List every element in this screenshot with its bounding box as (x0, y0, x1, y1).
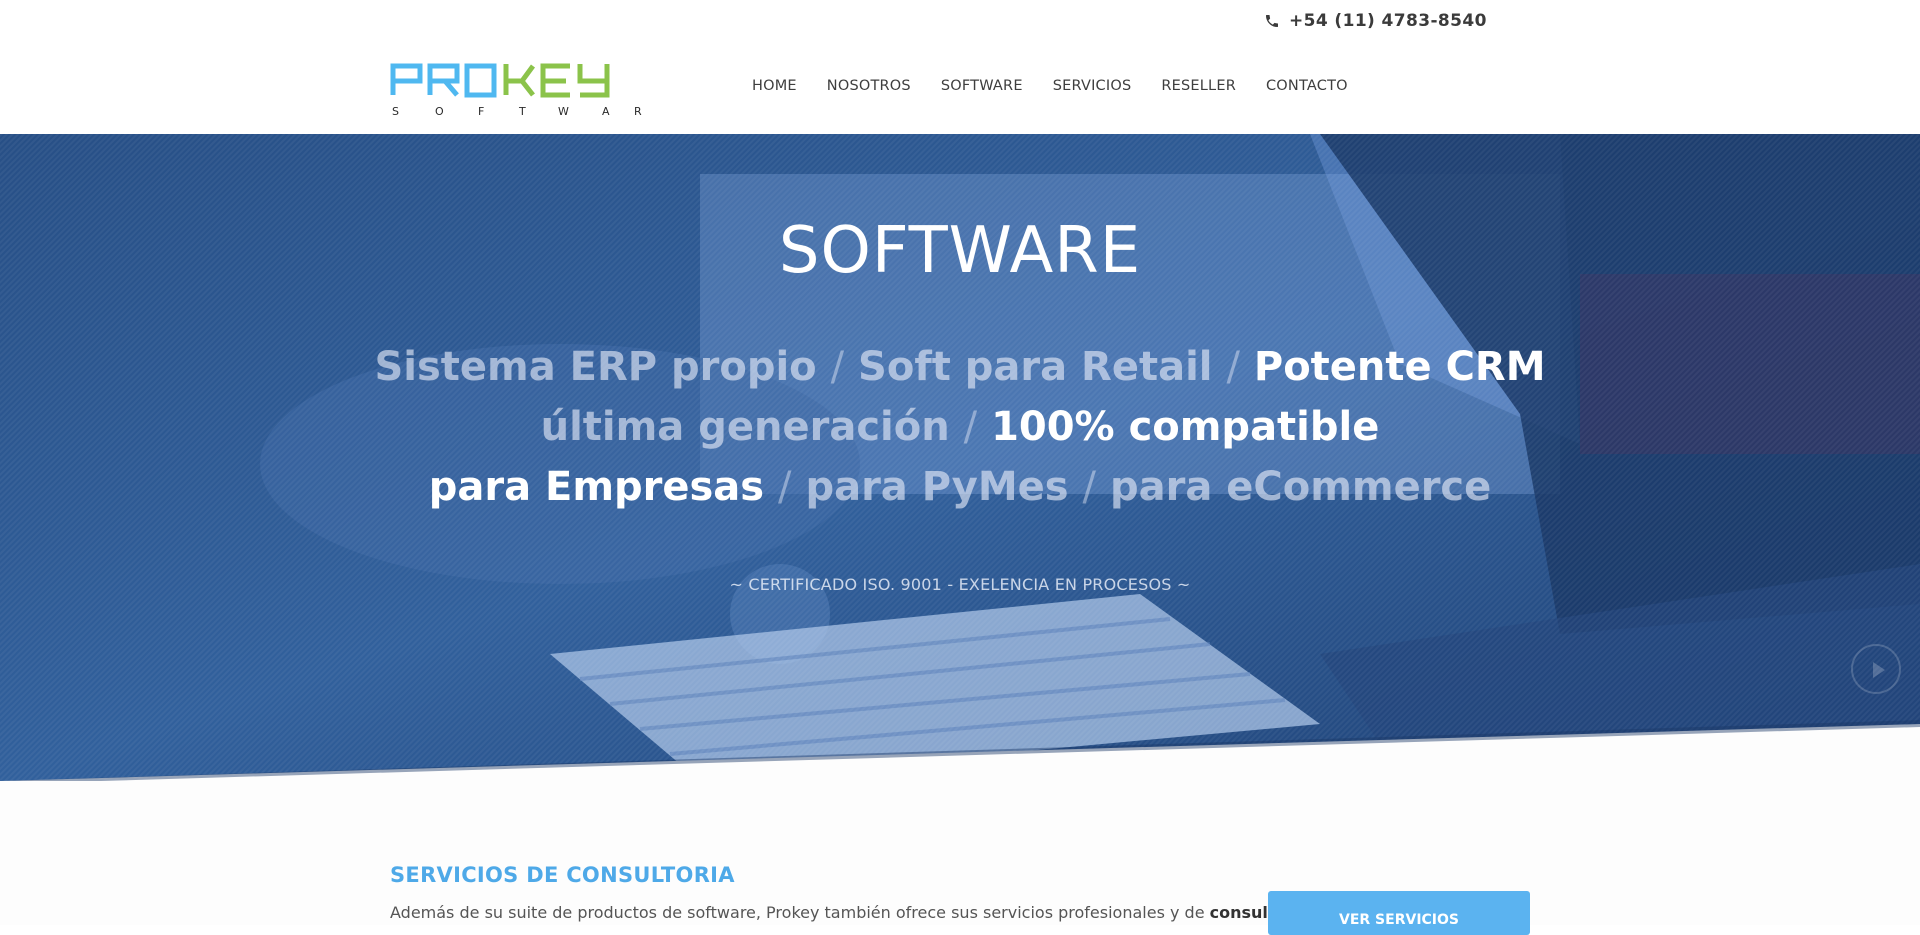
tagline-line-3: para Empresas / para PyMes / para eComme… (0, 457, 1920, 517)
hero-title: SOFTWARE (778, 214, 1142, 288)
tagline-separator: / (830, 344, 845, 390)
tagline-ecommerce: para eCommerce (1109, 464, 1492, 510)
consultoria-section: SERVICIOS DE CONSULTORIA Además de su su… (0, 781, 1920, 935)
nav-reseller[interactable]: RESELLER (1161, 78, 1236, 94)
tagline-erp: Sistema ERP propio (374, 344, 817, 390)
prokey-logo[interactable]: SOFTWAR (390, 60, 646, 120)
consultoria-text: Además de su suite de productos de softw… (390, 903, 1327, 922)
nav-contacto[interactable]: CONTACTO (1266, 78, 1348, 94)
ver-servicios-button[interactable]: VER SERVICIOS (1268, 891, 1530, 935)
tagline-separator: / (778, 464, 792, 510)
phone-icon (1266, 15, 1278, 27)
svg-text:SOFTWAR: SOFTWAR (392, 105, 642, 118)
tagline-crm: Potente CRM (1253, 344, 1546, 390)
phone-number: +54 (11) 4783-8540 (1289, 11, 1487, 31)
play-video-icon[interactable] (1851, 644, 1901, 694)
hero-banner: SOFTWARE Sistema ERP propio / Soft para … (0, 134, 1920, 781)
tagline-separator: / (963, 404, 978, 450)
hero-subtitle: ~ CERTIFICADO ISO. 9001 - EXELENCIA EN P… (729, 575, 1191, 594)
nav-nosotros[interactable]: NOSOTROS (827, 78, 911, 94)
phone-contact[interactable]: +54 (11) 4783-8540 (1264, 11, 1487, 31)
consultoria-text-regular: Además de su suite de productos de softw… (390, 903, 1205, 922)
tagline-separator: / (1082, 464, 1097, 510)
site-header: SOFTWAR HOME NOSOTROS SOFTWARE SERVICIOS… (0, 44, 1920, 134)
nav-software[interactable]: SOFTWARE (941, 78, 1023, 94)
tagline-retail: Soft para Retail (858, 344, 1213, 390)
consultoria-title: SERVICIOS DE CONSULTORIA (390, 863, 735, 887)
tagline-ultima: última generación (540, 404, 950, 450)
tagline-line-1: Sistema ERP propio / Soft para Retail / … (0, 337, 1920, 397)
hero-tagline: Sistema ERP propio / Soft para Retail / … (0, 337, 1920, 517)
tagline-compatible: 100% compatible (991, 404, 1380, 450)
main-nav: HOME NOSOTROS SOFTWARE SERVICIOS RESELLE… (752, 78, 1378, 94)
top-bar: +54 (11) 4783-8540 (0, 0, 1920, 44)
tagline-line-2: última generación / 100% compatible (0, 397, 1920, 457)
nav-servicios[interactable]: SERVICIOS (1053, 78, 1132, 94)
nav-home[interactable]: HOME (752, 78, 797, 94)
tagline-empresas: para Empresas (428, 464, 765, 510)
tagline-pymes: para PyMes (805, 464, 1069, 510)
tagline-separator: / (1226, 344, 1240, 390)
